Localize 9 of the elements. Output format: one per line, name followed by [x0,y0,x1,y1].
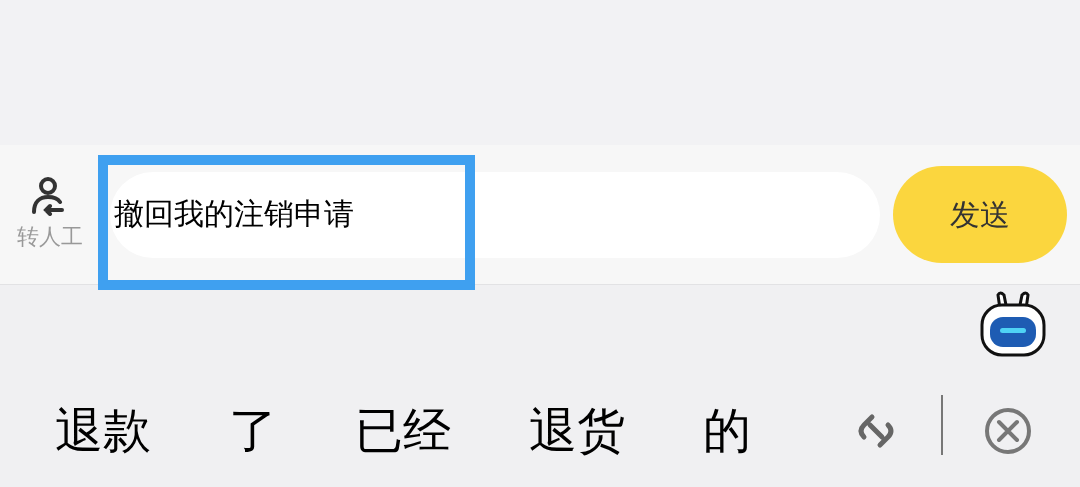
suggestion-word[interactable]: 退款 [55,394,151,466]
suggestion-word[interactable]: 了 [229,394,277,466]
suggestion-word[interactable]: 退货 [529,394,625,466]
send-button[interactable]: 发送 [893,166,1067,263]
suggestion-word[interactable]: 的 [703,394,751,466]
suggestion-word[interactable]: 已经 [355,394,451,466]
message-input-field[interactable]: 撤回我的注销申请 [110,171,880,258]
robot-icon[interactable] [978,291,1048,357]
close-icon[interactable] [984,407,1032,455]
